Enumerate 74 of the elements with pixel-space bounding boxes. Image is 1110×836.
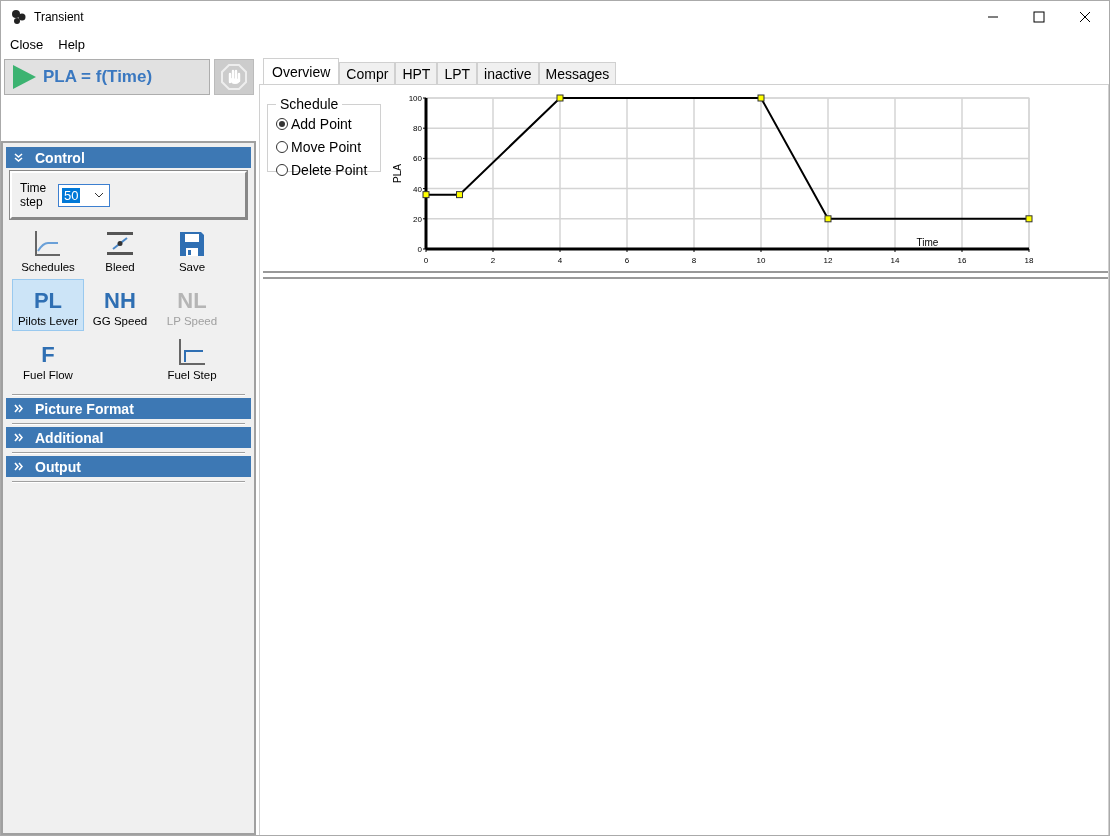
tool-button[interactable]: PL Pilots Lever — [12, 279, 84, 331]
letter-icon: NH — [104, 289, 136, 313]
axis-tick-label: 40 — [413, 184, 422, 194]
tool-button[interactable]: Schedules — [12, 225, 84, 277]
axis-title: Time — [916, 237, 939, 248]
data-point[interactable] — [1025, 215, 1033, 223]
splitter[interactable] — [263, 271, 1108, 279]
caret-icon — [94, 192, 104, 198]
letter-icon: PL — [33, 289, 63, 313]
tab[interactable]: HPT — [395, 62, 438, 84]
app-icon — [11, 9, 27, 25]
data-point[interactable] — [556, 94, 564, 102]
section-title: Control — [35, 149, 85, 166]
axis-tick-label: 0 — [417, 245, 422, 254]
axis-tick-label: 100 — [408, 94, 422, 103]
section-title: Output — [35, 458, 81, 475]
step-chart-icon — [177, 337, 207, 367]
data-point[interactable] — [824, 215, 832, 223]
section-header[interactable]: Output — [6, 456, 251, 477]
tool-button[interactable]: NH GG Speed — [84, 279, 156, 331]
menu-item[interactable]: Help — [58, 36, 85, 52]
axis-tick-label: 10 — [756, 256, 766, 265]
tool-button[interactable]: Save — [156, 225, 228, 277]
letter-icon: NL — [177, 289, 207, 313]
section-header[interactable]: Picture Format — [6, 398, 251, 419]
time-step-label: Time step — [20, 181, 48, 209]
section-header[interactable]: Control — [6, 147, 251, 168]
axis-tick-label: 60 — [413, 154, 422, 164]
section-title: Additional — [35, 429, 104, 446]
section-header[interactable]: Additional — [6, 427, 251, 448]
chevron-icon — [14, 462, 23, 471]
section-title: Picture Format — [35, 400, 134, 417]
axis-tick-label: 8 — [691, 256, 697, 265]
axis-title: PLA — [392, 164, 403, 183]
tab[interactable]: LPT — [437, 62, 478, 84]
axis-tick-label: 14 — [890, 256, 900, 265]
radio-label[interactable]: Delete Point — [291, 161, 368, 178]
tool-button[interactable]: F Fuel Flow — [12, 333, 84, 385]
window-title: Transient — [34, 10, 85, 24]
chevron-icon — [14, 433, 23, 442]
group-title: Schedule — [279, 96, 340, 112]
tab[interactable]: inactive — [477, 62, 539, 84]
maximize-icon[interactable] — [1033, 11, 1045, 23]
radio-button[interactable] — [276, 117, 288, 130]
chevron-icon — [14, 404, 23, 413]
axis-tick-label: 16 — [957, 256, 967, 265]
axis-tick-label: 80 — [413, 124, 422, 134]
radio-label[interactable]: Add Point — [291, 115, 352, 132]
data-point[interactable] — [757, 94, 765, 102]
axis-tick-label: 0 — [423, 256, 429, 265]
save-icon — [177, 229, 207, 259]
chevron-icon — [14, 153, 23, 162]
axis-tick-label: 6 — [624, 256, 630, 265]
axis-tick-label: 20 — [413, 214, 422, 224]
radio-button[interactable] — [276, 163, 288, 176]
axis-tick-label: 18 — [1024, 256, 1034, 265]
radio-button[interactable] — [276, 140, 288, 153]
tab[interactable]: Overview — [263, 58, 340, 84]
curve-chart-icon — [33, 229, 63, 259]
radio-label[interactable]: Move Point — [291, 138, 362, 155]
menu-item[interactable]: Close — [10, 36, 44, 52]
tab[interactable]: Messages — [538, 62, 617, 84]
play-icon — [11, 64, 37, 90]
data-point[interactable] — [422, 191, 430, 199]
axis-tick-label: 12 — [823, 256, 833, 265]
time-step-dropdown[interactable]: 50 — [58, 183, 110, 207]
axis-tick-label: 4 — [557, 256, 563, 265]
close-icon[interactable] — [1079, 11, 1091, 23]
tool-button[interactable]: Fuel Step — [156, 333, 228, 385]
tab[interactable]: Compr — [339, 62, 396, 84]
letter-icon: F — [41, 343, 55, 367]
axis-tick-label: 2 — [490, 256, 496, 265]
tool-button[interactable]: Bleed — [84, 225, 156, 277]
data-point[interactable] — [456, 191, 463, 199]
